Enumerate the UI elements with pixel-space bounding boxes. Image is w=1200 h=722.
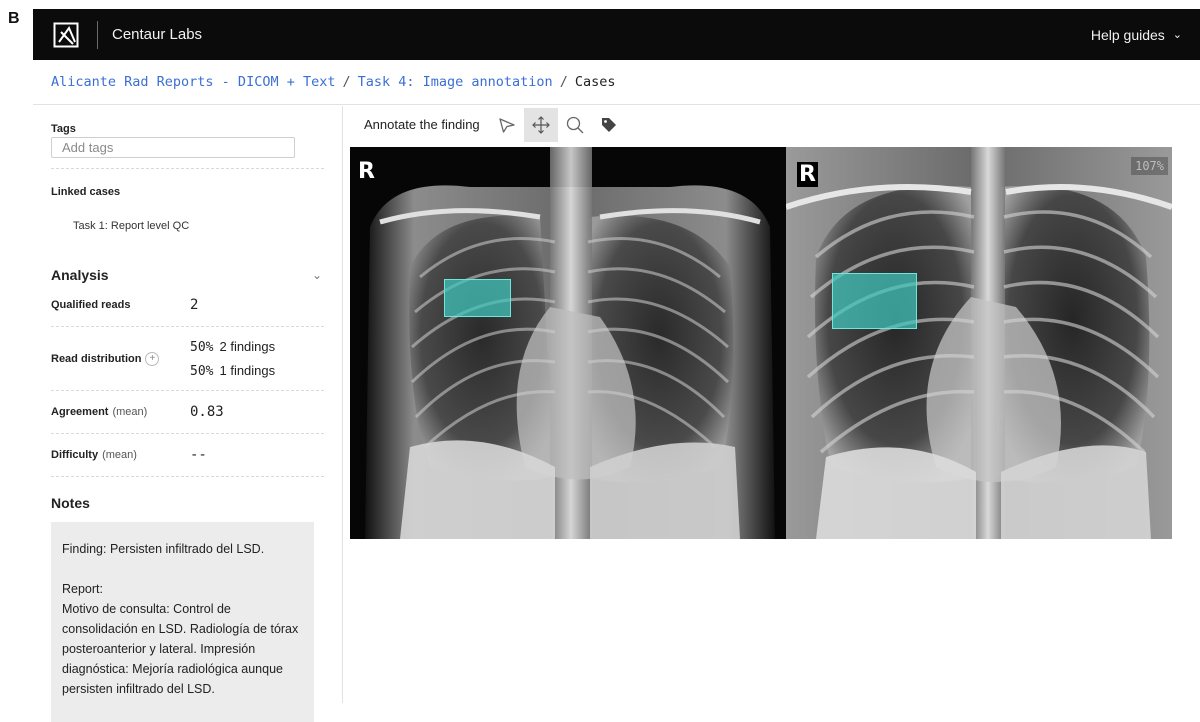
difficulty-qualifier: (mean) bbox=[102, 449, 137, 461]
agreement-row: Agreement (mean) 0.83 bbox=[51, 391, 324, 434]
agreement-qualifier: (mean) bbox=[112, 406, 148, 418]
difficulty-value: -- bbox=[190, 447, 207, 463]
right-xray-panel[interactable]: R 107% bbox=[786, 147, 1172, 539]
notes-finding: Finding: Persisten infiltrado del LSD. bbox=[62, 542, 265, 556]
tags-label: Tags bbox=[51, 123, 76, 135]
distribution-percent: 50% bbox=[190, 363, 214, 379]
move-icon bbox=[531, 115, 550, 134]
distribution-text: 2 findings bbox=[219, 338, 276, 354]
distribution-percent: 50% bbox=[190, 339, 214, 355]
analysis-header[interactable]: Analysis ⌄ bbox=[51, 267, 324, 283]
top-bar: Centaur Labs Help guides ⌄ bbox=[33, 9, 1200, 60]
toolbar-label: Annotate the finding bbox=[364, 117, 480, 132]
notes-report-label: Report: bbox=[62, 582, 103, 596]
logo-divider bbox=[97, 20, 98, 49]
qualified-reads-row: Qualified reads 2 bbox=[51, 283, 324, 327]
distribution-entry: 50% 2 findings bbox=[190, 335, 275, 359]
read-distribution-row: Read distribution + 50% 2 findings 50% 1 f… bbox=[51, 327, 324, 391]
agreement-key: Agreement (mean) bbox=[51, 406, 190, 418]
right-xray-image bbox=[786, 147, 1172, 539]
breadcrumb-project-link[interactable]: Alicante Rad Reports - DICOM + Text bbox=[51, 74, 335, 90]
right-annotation-box[interactable] bbox=[832, 273, 917, 329]
read-distribution-values: 50% 2 findings 50% 1 findings bbox=[190, 335, 275, 383]
breadcrumb-current: Cases bbox=[574, 74, 616, 90]
difficulty-key: Difficulty (mean) bbox=[51, 449, 190, 461]
chevron-down-icon[interactable]: ⌄ bbox=[312, 268, 322, 282]
analysis-title: Analysis bbox=[51, 267, 109, 283]
distribution-entry: 50% 1 findings bbox=[190, 359, 275, 383]
breadcrumb-task-link[interactable]: Task 4: Image annotation bbox=[358, 74, 553, 90]
left-xray-panel[interactable]: R bbox=[350, 147, 786, 539]
notes-box: Finding: Persisten infiltrado del LSD. R… bbox=[51, 522, 314, 722]
brand-name: Centaur Labs bbox=[112, 26, 203, 43]
right-orientation-marker: R bbox=[797, 162, 818, 187]
chevron-down-icon: ⌄ bbox=[1172, 29, 1182, 41]
linked-cases-label: Linked cases bbox=[51, 186, 121, 198]
distribution-text: 1 findings bbox=[219, 362, 276, 378]
linked-cases-section: Linked cases Task 1: Report level QC bbox=[51, 169, 324, 232]
app-window: Centaur Labs Help guides ⌄ Alicante Rad … bbox=[33, 9, 1200, 722]
tag-tool-button[interactable] bbox=[592, 108, 626, 142]
linked-case-item[interactable]: Task 1: Report level QC bbox=[73, 220, 324, 232]
qualified-reads-label: Qualified reads bbox=[51, 298, 131, 311]
agreement-label: Agreement bbox=[51, 406, 109, 418]
move-tool-button[interactable] bbox=[523, 107, 558, 142]
zoom-icon bbox=[566, 116, 584, 133]
image-viewer: R R 107% bbox=[350, 147, 1172, 539]
difficulty-label: Difficulty bbox=[51, 449, 99, 461]
agreement-value: 0.83 bbox=[190, 404, 224, 420]
zoom-level-readout: 107% bbox=[1131, 157, 1168, 175]
pointer-icon bbox=[499, 117, 515, 133]
centaur-logo-icon[interactable] bbox=[53, 22, 79, 48]
read-distribution-label: Read distribution bbox=[51, 352, 142, 365]
case-sidebar: Tags Linked cases Task 1: Report level Q… bbox=[33, 106, 343, 722]
left-orientation-marker: R bbox=[358, 159, 375, 184]
help-guides-label: Help guides bbox=[1090, 26, 1165, 43]
qualified-reads-value: 2 bbox=[190, 296, 199, 313]
help-guides-menu[interactable]: Help guides ⌄ bbox=[1091, 27, 1182, 43]
add-tags-input[interactable] bbox=[51, 137, 295, 158]
breadcrumb-separator: / bbox=[559, 74, 568, 90]
annotation-toolbar: Annotate the finding bbox=[344, 106, 626, 143]
zoom-tool-button[interactable] bbox=[558, 108, 592, 142]
notes-title: Notes bbox=[51, 495, 90, 511]
breadcrumb-separator: / bbox=[342, 74, 351, 90]
plus-circle-icon[interactable]: + bbox=[145, 351, 160, 366]
breadcrumb: Alicante Rad Reports - DICOM + Text / Ta… bbox=[33, 60, 1200, 105]
notes-report-text: Motivo de consulta: Control de consolida… bbox=[62, 602, 299, 696]
pointer-tool-button[interactable] bbox=[490, 108, 524, 142]
figure-label: B bbox=[8, 10, 20, 27]
read-distribution-key: Read distribution + bbox=[51, 351, 190, 366]
difficulty-row: Difficulty (mean) -- bbox=[51, 434, 324, 477]
left-xray-image bbox=[350, 147, 786, 539]
tag-icon bbox=[601, 117, 616, 132]
tags-section: Tags bbox=[51, 106, 324, 169]
left-annotation-box[interactable] bbox=[444, 279, 511, 317]
